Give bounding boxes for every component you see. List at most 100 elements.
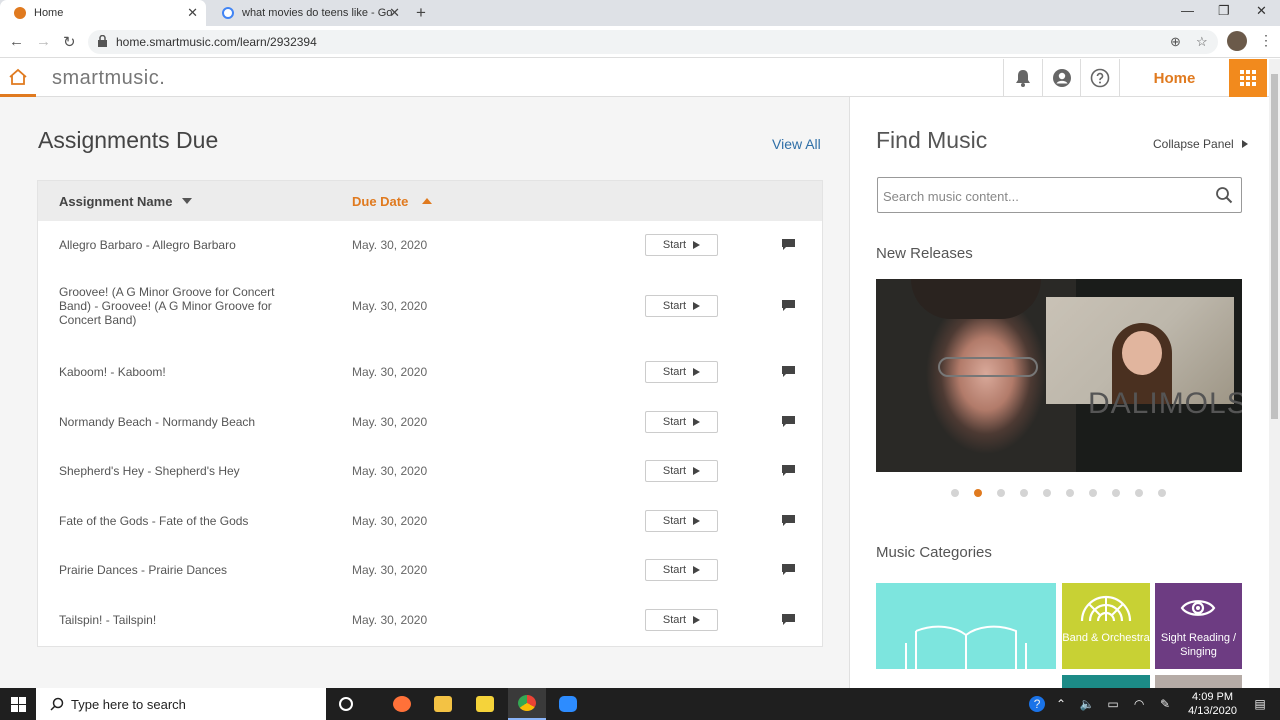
start-button[interactable]: Start: [645, 295, 718, 317]
start-button[interactable]: Start: [645, 361, 718, 383]
comment-icon[interactable]: [782, 366, 795, 377]
smartmusic-logo[interactable]: smartmusic.: [52, 67, 165, 90]
help-icon: [1090, 68, 1109, 88]
table-row: Shepherd's Hey - Shepherd's Hey May. 30, …: [38, 446, 822, 496]
assignment-name: Tailspin! - Tailspin!: [59, 612, 157, 627]
view-all-link[interactable]: View All: [772, 136, 821, 152]
carousel-dot[interactable]: [1158, 489, 1166, 497]
start-button[interactable]: Start: [645, 559, 718, 581]
browser-tab-home[interactable]: Home ✕: [0, 0, 206, 26]
video-caption: DALIMOLS: [1088, 387, 1242, 420]
page-scrollbar[interactable]: [1269, 59, 1280, 688]
carousel-dot[interactable]: [1135, 489, 1143, 497]
music-categories-title: Music Categories: [876, 544, 992, 561]
collapse-panel-button[interactable]: Collapse Panel: [1153, 137, 1248, 151]
app-header: smartmusic. Home: [0, 59, 1280, 97]
comment-icon[interactable]: [782, 300, 795, 311]
assignment-name: Kaboom! - Kaboom!: [59, 365, 166, 379]
carousel-dot[interactable]: [997, 489, 1005, 497]
volume-icon[interactable]: 🔈: [1077, 697, 1097, 711]
zoom-app-icon[interactable]: [549, 688, 587, 720]
zoom-icon[interactable]: ⊕: [1170, 34, 1181, 50]
forward-icon[interactable]: →: [36, 33, 51, 50]
notifications-button[interactable]: [1003, 59, 1041, 97]
apps-grid-icon[interactable]: [1229, 59, 1267, 97]
category-tile-partial[interactable]: [1155, 675, 1242, 688]
scrollbar-thumb[interactable]: [1271, 74, 1278, 419]
clock-time: 4:09 PM: [1192, 691, 1234, 703]
taskbar-search-box[interactable]: Type here to search: [36, 688, 326, 720]
carousel-dot[interactable]: [1043, 489, 1051, 497]
minimize-icon[interactable]: —: [1181, 3, 1194, 18]
help-button[interactable]: [1080, 59, 1118, 97]
back-icon[interactable]: ←: [9, 33, 24, 50]
battery-icon[interactable]: ▭: [1103, 697, 1123, 711]
pen-icon[interactable]: ✎: [1155, 697, 1175, 711]
column-header-due-date[interactable]: Due Date: [352, 194, 408, 209]
home-link[interactable]: Home: [1119, 59, 1229, 97]
new-tab-icon[interactable]: +: [416, 3, 426, 23]
carousel-dot[interactable]: [1066, 489, 1074, 497]
carousel-dot[interactable]: [951, 489, 959, 497]
taskbar-clock[interactable]: 4:09 PM 4/13/2020: [1188, 690, 1237, 718]
tab-title: Home: [34, 7, 64, 19]
assignment-name: Shepherd's Hey - Shepherd's Hey: [59, 464, 240, 478]
browser-tab-google[interactable]: what movies do teens like - Goo ✕: [208, 0, 408, 26]
start-button[interactable]: Start: [645, 608, 718, 631]
comment-icon[interactable]: [782, 465, 795, 476]
comment-icon[interactable]: [782, 514, 795, 526]
start-label: Start: [662, 613, 687, 626]
windows-start-icon[interactable]: [11, 697, 26, 712]
search-icon[interactable]: [1215, 186, 1233, 204]
carousel-dot[interactable]: [1020, 489, 1028, 497]
carousel-dot[interactable]: [974, 489, 982, 497]
category-tile-books[interactable]: [876, 583, 1056, 688]
cortana-icon[interactable]: [327, 688, 365, 720]
reload-icon[interactable]: ↻: [63, 33, 76, 51]
start-button[interactable]: Start: [645, 460, 718, 482]
browser-menu-icon[interactable]: ⋮: [1259, 32, 1273, 49]
profile-avatar[interactable]: [1227, 31, 1247, 51]
carousel-dot[interactable]: [1112, 489, 1120, 497]
firefox-icon[interactable]: [383, 688, 421, 720]
due-date: May. 30, 2020: [352, 612, 428, 627]
file-explorer-icon[interactable]: [424, 688, 462, 720]
column-header-assignment-name[interactable]: Assignment Name: [59, 194, 172, 209]
sort-down-icon[interactable]: [182, 198, 192, 204]
category-tile-band-orchestra[interactable]: Band & Orchestra: [1062, 583, 1150, 669]
due-date: May. 30, 2020: [352, 513, 428, 528]
account-button[interactable]: [1042, 59, 1080, 97]
category-tile-partial[interactable]: [1062, 675, 1150, 688]
search-input[interactable]: [883, 186, 1203, 206]
play-icon: [693, 467, 701, 475]
comment-icon[interactable]: [782, 564, 795, 575]
new-release-video[interactable]: DALIMOLS: [876, 279, 1242, 472]
chrome-icon[interactable]: [508, 688, 546, 720]
chevron-up-icon[interactable]: ⌃: [1051, 697, 1071, 711]
smartmusic-favicon-icon: [14, 7, 26, 19]
sticky-notes-icon[interactable]: [466, 688, 504, 720]
start-button[interactable]: Start: [645, 509, 718, 532]
start-button[interactable]: Start: [645, 234, 718, 256]
wifi-icon[interactable]: ◠: [1129, 697, 1149, 711]
page-title: Assignments Due: [38, 127, 219, 153]
sort-up-icon[interactable]: [422, 198, 432, 204]
search-box[interactable]: [877, 177, 1242, 213]
comment-icon[interactable]: [782, 239, 795, 250]
close-tab-icon[interactable]: ✕: [187, 5, 198, 21]
category-tile-sight-reading[interactable]: Sight Reading / Singing: [1155, 583, 1242, 669]
comment-icon[interactable]: [782, 415, 795, 427]
restore-icon[interactable]: ❐: [1218, 3, 1230, 19]
address-bar[interactable]: home.smartmusic.com/learn/2932394 ⊕ ☆: [88, 30, 1218, 54]
start-button[interactable]: Start: [645, 410, 718, 433]
play-icon: [693, 566, 701, 574]
close-window-icon[interactable]: ✕: [1256, 3, 1267, 19]
comment-icon[interactable]: [782, 613, 795, 625]
notifications-tray-icon[interactable]: ▤: [1250, 697, 1270, 711]
bookmark-star-icon[interactable]: ☆: [1196, 34, 1208, 50]
home-nav-button[interactable]: [0, 59, 36, 97]
help-tray-icon[interactable]: ?: [1029, 696, 1046, 712]
close-tab-icon[interactable]: ✕: [389, 5, 400, 21]
book-icon: [905, 625, 1027, 688]
carousel-dot[interactable]: [1089, 489, 1097, 497]
